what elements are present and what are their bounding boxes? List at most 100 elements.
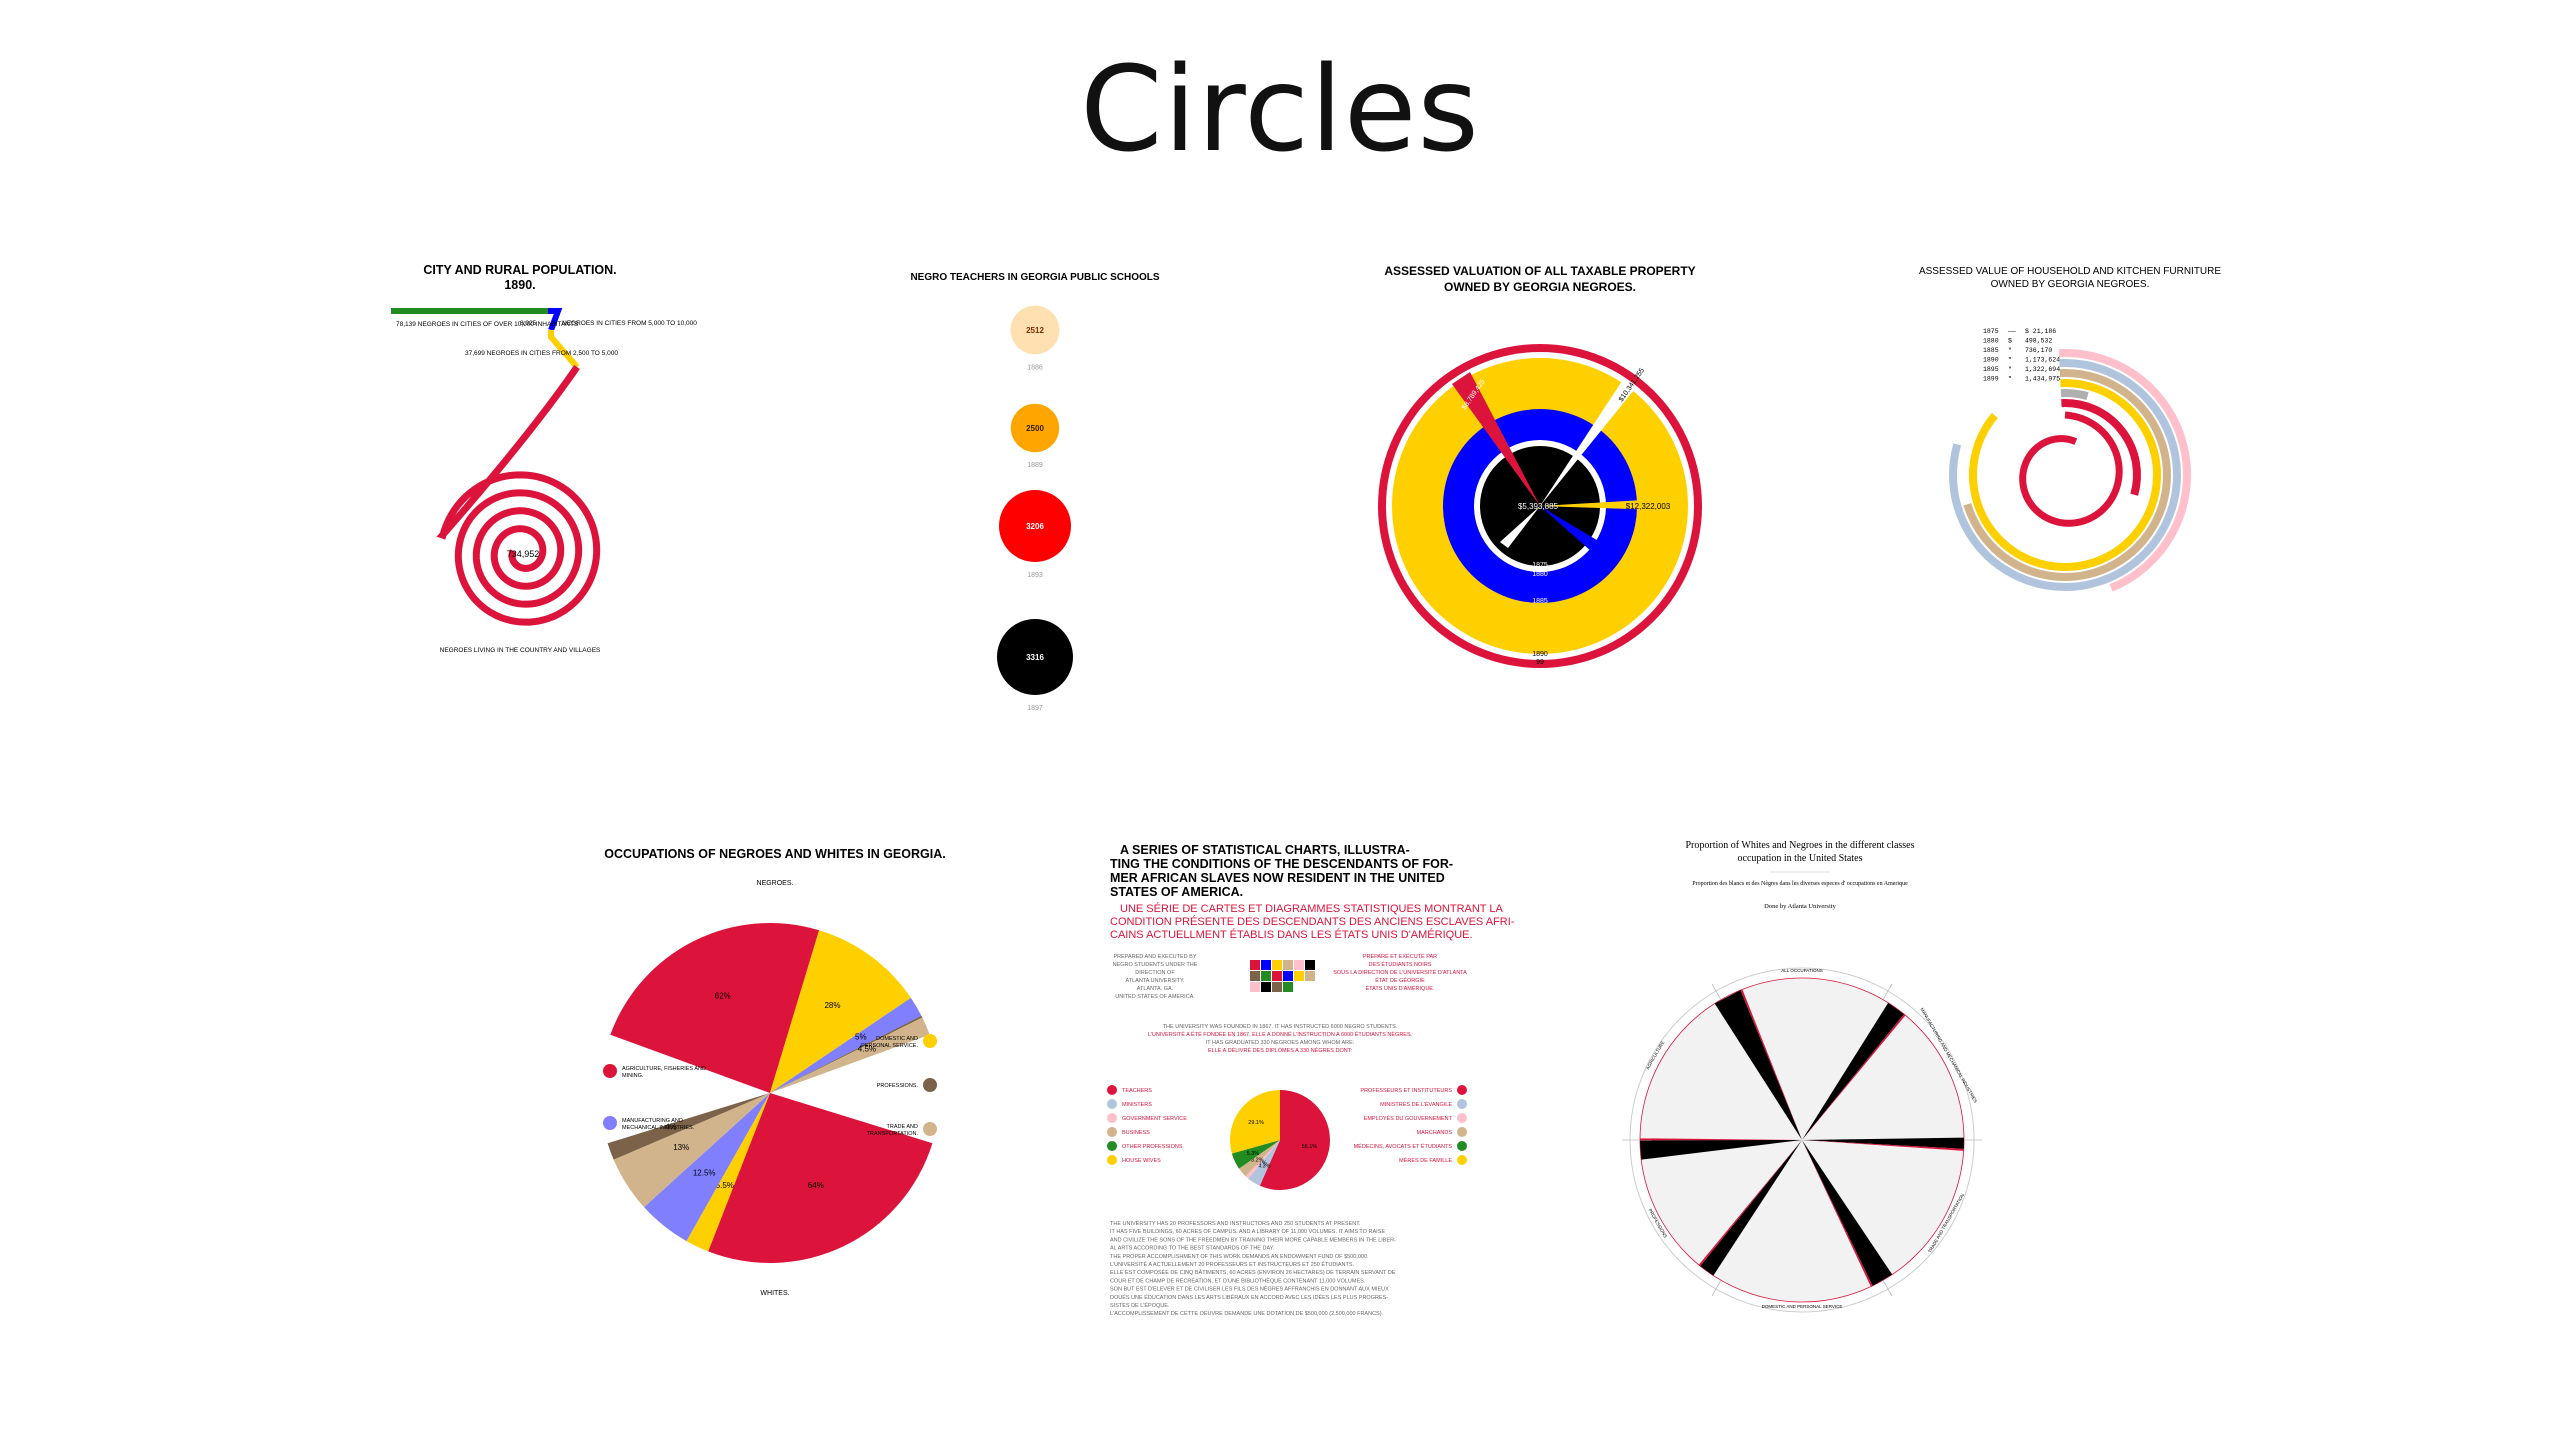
footer-line-3: AL ARTS ACCORDING TO THE BEST STANDARDS … bbox=[1110, 1246, 1275, 1252]
title-line-1: Proportion of Whites and Negroes in the … bbox=[1685, 840, 1914, 851]
right-note-4: ÉTATS UNIS D'AMÉRIQUE. bbox=[1366, 985, 1435, 992]
series-legend-left-swatch-4 bbox=[1107, 1141, 1117, 1151]
label-large-cities: 78,139 NEGROES IN CITIES OF OVER 10,000 … bbox=[396, 321, 579, 328]
chart-title: CITY AND RURAL POPULATION. bbox=[423, 263, 616, 277]
title-line-2: TING THE CONDITIONS OF THE DESCENDANTS O… bbox=[1110, 857, 1453, 871]
furniture-marker-1890: " bbox=[2008, 357, 2012, 364]
furniture-value-1895: 1,322,694 bbox=[2025, 366, 2060, 373]
footer-line-11: L'ACCOMPLISSEMENT DE CETTE OEUVRE DEMAND… bbox=[1110, 1311, 1384, 1317]
legend-left-swatch-0 bbox=[603, 1064, 617, 1078]
footer-line-4: THE PROPER ACCOMPLISHMENT OF THIS WORK D… bbox=[1110, 1254, 1369, 1260]
left-note-5: UNITED STATES OF AMERICA. bbox=[1115, 994, 1195, 1000]
legend-left-label-0: AGRICULTURE, FISHERIES AND bbox=[622, 1066, 706, 1072]
map-tile-1 bbox=[1261, 960, 1271, 970]
teacher-value-1889: 2500 bbox=[1026, 424, 1044, 433]
furniture-marker-1895: " bbox=[2008, 366, 2012, 373]
center-note-2: IT HAS GRADUATED 330 NEGROES AMONG WHOM … bbox=[1206, 1040, 1355, 1046]
title-line-1: A SERIES OF STATISTICAL CHARTS, ILLUSTRA… bbox=[1120, 843, 1410, 857]
series-legend-left-swatch-3 bbox=[1107, 1127, 1117, 1137]
series-legend-left-label-1: MINISTERS bbox=[1122, 1102, 1152, 1108]
whites-label-2: 12.5% bbox=[693, 1168, 716, 1177]
series-svg: A SERIES OF STATISTICAL CHARTS, ILLUSTRA… bbox=[1107, 843, 1515, 1317]
series-legend-right-label-5: MÈRES DE FAMILLE bbox=[1399, 1157, 1452, 1164]
series-legend-left-label-2: GOVERNMENT SERVICE bbox=[1122, 1116, 1187, 1122]
map-tile-11 bbox=[1305, 971, 1315, 981]
value-rural: 734,952 bbox=[507, 549, 540, 559]
map-tile-14 bbox=[1272, 982, 1282, 992]
negroes-label-2: 5% bbox=[855, 1032, 867, 1041]
series-legend-right-swatch-4 bbox=[1457, 1141, 1467, 1151]
chart-city-rural: CITY AND RURAL POPULATION. 1890. 78,139 … bbox=[380, 255, 697, 675]
series-legend-right-swatch-3 bbox=[1457, 1127, 1467, 1137]
teacher-value-1893: 3206 bbox=[1026, 522, 1044, 531]
furniture-arc-1899 bbox=[1969, 379, 2161, 571]
valuation-svg: ASSESSED VALUATION OF ALL TAXABLE PROPER… bbox=[1378, 264, 1702, 668]
series-legend-right-label-3: MARCHANDS bbox=[1417, 1130, 1453, 1136]
furniture-marker-1880: $ bbox=[2008, 338, 2012, 345]
chart-proportion: Proportion of Whites and Negroes in the … bbox=[1620, 838, 1982, 1328]
title-line-3: MER AFRICAN SLAVES NOW RESIDENT IN THE U… bbox=[1110, 871, 1445, 885]
series-legend-right-label-2: EMPLOYÉS DU GOUVERNEMENT bbox=[1364, 1115, 1453, 1122]
furniture-marker-1885: " bbox=[2008, 347, 2012, 354]
teacher-year-1889: 1889 bbox=[1027, 462, 1043, 469]
map-tile-8 bbox=[1272, 971, 1282, 981]
teacher-value-1897: 3316 bbox=[1026, 653, 1044, 662]
furniture-value-1885: 736,170 bbox=[2025, 347, 2052, 354]
right-note-3: ÉTAT DE GÉORGIE bbox=[1375, 977, 1425, 984]
legend-left-label-1: MANUFACTURING AND bbox=[622, 1118, 683, 1124]
chart-title: OCCUPATIONS OF NEGROES AND WHITES IN GEO… bbox=[604, 847, 945, 861]
legend-right-swatch-2 bbox=[923, 1122, 937, 1136]
title-line-2: occupation in the United States bbox=[1738, 853, 1863, 864]
series-label-5: 29.1% bbox=[1248, 1120, 1264, 1126]
legend-right-swatch-1 bbox=[923, 1078, 937, 1092]
map-tile-7 bbox=[1261, 971, 1271, 981]
chart-title-line-1: ASSESSED VALUE OF HOUSEHOLD AND KITCHEN … bbox=[1919, 266, 2221, 277]
center-note-1: L'UNIVERSITÉ A ÉTÉ FONDÉE EN 1867. ELLE … bbox=[1148, 1031, 1413, 1038]
year-1880: 1880 bbox=[1532, 571, 1548, 578]
map-tile-3 bbox=[1283, 960, 1293, 970]
french-line-3: CAINS ACTUELLMENT ÉTABLIS DANS LES ÉTATS… bbox=[1110, 928, 1473, 941]
map-tile-5 bbox=[1305, 960, 1315, 970]
series-legend-right-swatch-2 bbox=[1457, 1113, 1467, 1123]
furniture-year-1880: 1880 bbox=[1983, 338, 1999, 345]
left-note-1: NEGRO STUDENTS UNDER THE bbox=[1113, 962, 1198, 968]
furniture-year-1895: 1895 bbox=[1983, 366, 1999, 373]
chart-title-line-2: OWNED BY GEORGIA NEGROES. bbox=[1991, 279, 2150, 290]
map-tile-2 bbox=[1272, 960, 1282, 970]
proportion-section-label-0: ALL OCCUPATIONS bbox=[1781, 968, 1822, 973]
segment-small-cities bbox=[548, 330, 580, 369]
title-line-4: STATES OF AMERICA. bbox=[1110, 885, 1243, 899]
proportion-svg: Proportion of Whites and Negroes in the … bbox=[1622, 840, 1982, 1313]
series-legend-right-label-0: PROFESSEURS ET INSTITUTEURS bbox=[1360, 1088, 1452, 1094]
series-legend-left-swatch-2 bbox=[1107, 1113, 1117, 1123]
footer-line-1: IT HAS FIVE BUILDINGS, 60 ACRES OF CAMPU… bbox=[1110, 1229, 1385, 1235]
footer-line-2: AND CIVILIZE THE SONS OF THE FREEDMEN BY… bbox=[1110, 1237, 1396, 1243]
footer-line-6: ELLE EST COMPOSÉE DE CINQ BÂTIMENTS, 60 … bbox=[1110, 1269, 1396, 1276]
series-legend-left-swatch-5 bbox=[1107, 1155, 1117, 1165]
city-rural-svg: CITY AND RURAL POPULATION. 1890. 78,139 … bbox=[391, 263, 697, 654]
teacher-value-1886: 2512 bbox=[1026, 326, 1044, 335]
series-legend-left-label-3: BUSINESS bbox=[1122, 1130, 1150, 1136]
chart-occupations: OCCUPATIONS OF NEGROES AND WHITES IN GEO… bbox=[600, 845, 950, 1305]
furniture-marker-1899: " bbox=[2008, 376, 2012, 383]
left-note-0: PREPARED AND EXECUTED BY bbox=[1113, 954, 1196, 960]
series-legend-right-label-1: MINISTRES DE L'ÉVANGILE bbox=[1380, 1101, 1452, 1108]
furniture-year-1899: 1899 bbox=[1983, 376, 1999, 383]
series-legend-right-swatch-0 bbox=[1457, 1085, 1467, 1095]
label-negroes: NEGROES. bbox=[757, 880, 794, 887]
map-tile-13 bbox=[1261, 982, 1271, 992]
map-tile-9 bbox=[1283, 971, 1293, 981]
legend-left-swatch-1 bbox=[603, 1116, 617, 1130]
chart-teachers: NEGRO TEACHERS IN GEORGIA PUBLIC SCHOOLS… bbox=[900, 265, 1170, 725]
furniture-value-1880: 498,532 bbox=[2025, 338, 2052, 345]
furniture-marker-1875: —— bbox=[2007, 328, 2016, 335]
year-1885: 1885 bbox=[1532, 598, 1548, 605]
series-legend-right-swatch-1 bbox=[1457, 1099, 1467, 1109]
footer-line-0: THE UNIVERSITY HAS 20 PROFESSORS AND INS… bbox=[1110, 1221, 1361, 1227]
teacher-year-1893: 1893 bbox=[1027, 572, 1043, 579]
year-1890: 1890 bbox=[1532, 651, 1548, 658]
map-tile-6 bbox=[1250, 971, 1260, 981]
legend-left-label-cont-1: MECHANICAL INDUSTRIES. bbox=[622, 1125, 695, 1131]
legend-right-label-cont-2: TRANSPORTATION. bbox=[867, 1131, 919, 1137]
value-gold-wedge: $12,322,003 bbox=[1626, 502, 1671, 511]
